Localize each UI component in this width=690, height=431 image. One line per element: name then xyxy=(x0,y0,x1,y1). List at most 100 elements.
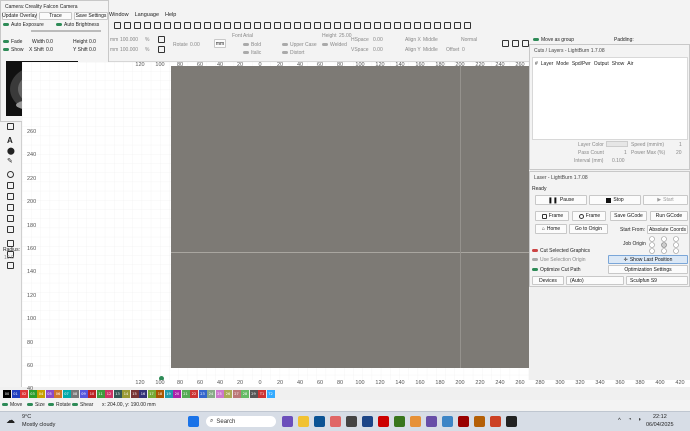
app-icon-9[interactable] xyxy=(410,416,421,427)
palette-swatch-14[interactable]: 14 xyxy=(122,390,130,398)
circular-array-icon[interactable] xyxy=(413,22,421,29)
layer-color-swatch[interactable] xyxy=(606,141,628,147)
palette-swatch-23[interactable]: 23 xyxy=(198,390,207,398)
frame-circle-button[interactable]: Frame xyxy=(572,211,606,221)
align-x-value[interactable]: Middle xyxy=(423,37,438,43)
show-last-position-button[interactable]: ✛ Show Last Position xyxy=(608,255,688,264)
palette-swatch-T1[interactable]: T1 xyxy=(258,390,266,398)
power-max-value[interactable]: 20 xyxy=(676,150,682,156)
camera-icon[interactable] xyxy=(253,22,261,29)
rotate-value[interactable]: 0.00 xyxy=(190,42,200,48)
move-icon[interactable] xyxy=(193,22,201,29)
home-button[interactable]: ⌂ Home xyxy=(535,224,567,234)
copy-icon[interactable] xyxy=(173,22,181,29)
palette-swatch-13[interactable]: 13 xyxy=(113,390,122,398)
node-edit-icon[interactable] xyxy=(463,22,471,29)
palette-swatch-22[interactable]: 22 xyxy=(190,390,198,398)
pass-count-value[interactable]: 1 xyxy=(624,150,627,156)
work-area[interactable] xyxy=(171,66,529,368)
lock-ratio-icon[interactable] xyxy=(157,36,165,43)
menu-help[interactable]: Help xyxy=(165,12,176,18)
distribute-v-icon[interactable] xyxy=(343,22,351,29)
trace-icon[interactable] xyxy=(263,22,271,29)
new-file-icon[interactable] xyxy=(113,22,121,29)
welded-check[interactable]: Welded xyxy=(322,42,347,48)
align-bottom-icon[interactable] xyxy=(323,22,331,29)
align-center-icon[interactable] xyxy=(283,22,291,29)
app-icon-10[interactable] xyxy=(426,416,437,427)
cut-icon[interactable] xyxy=(163,22,171,29)
palette-swatch-15[interactable]: 15 xyxy=(130,390,139,398)
height-value[interactable]: 0.0 xyxy=(89,39,96,45)
start-button[interactable]: ▶ Start xyxy=(643,195,688,205)
palette-swatch-03[interactable]: 03 xyxy=(28,390,37,398)
flip-icon[interactable] xyxy=(393,22,401,29)
array-icon[interactable] xyxy=(403,22,411,29)
text-settings-icon[interactable] xyxy=(501,40,509,47)
height-percent[interactable]: 100.000 xyxy=(120,47,138,53)
palette-swatch-21[interactable]: 21 xyxy=(181,390,190,398)
fade-toggle[interactable]: Fade xyxy=(3,39,22,45)
xshift-value[interactable]: 0.0 xyxy=(46,47,53,53)
export-icon[interactable] xyxy=(153,22,161,29)
palette-swatch-17[interactable]: 17 xyxy=(147,390,156,398)
tab-tool-icon[interactable] xyxy=(7,215,14,222)
palette-swatch-07[interactable]: 07 xyxy=(62,390,71,398)
camera-select[interactable]: Creality Falcon Camera xyxy=(25,4,78,10)
text-variable-icon[interactable] xyxy=(521,40,529,47)
measure-tool-icon[interactable] xyxy=(7,226,14,233)
palette-swatch-10[interactable]: 10 xyxy=(88,390,96,398)
menu-window[interactable]: Window xyxy=(109,12,129,18)
app-icon-7[interactable] xyxy=(378,416,389,427)
palette-swatch-08[interactable]: 08 xyxy=(71,390,79,398)
width-value[interactable]: 0.0 xyxy=(46,39,53,45)
run-gcode-button[interactable]: Run GCode xyxy=(650,211,688,221)
hspace-value[interactable]: 0.00 xyxy=(373,37,383,43)
grid-array-icon[interactable] xyxy=(7,240,14,247)
position-laser-icon[interactable]: ⬤ xyxy=(7,147,19,155)
cut-selected-toggle[interactable]: Cut Selected Graphics xyxy=(532,248,590,254)
distribute-h-icon[interactable] xyxy=(333,22,341,29)
app-icon-14[interactable] xyxy=(490,416,501,427)
palette-swatch-06[interactable]: 06 xyxy=(54,390,62,398)
save-gcode-button[interactable]: Save GCode xyxy=(610,211,647,221)
interval-value[interactable]: 0.100 xyxy=(612,158,625,164)
center-point-icon[interactable] xyxy=(157,46,165,53)
bold-check[interactable]: Bold xyxy=(243,42,261,48)
app-icon-2[interactable] xyxy=(298,416,309,427)
rotate-icon[interactable] xyxy=(383,22,391,29)
palette-swatch-T2[interactable]: T2 xyxy=(266,390,275,398)
text-height-value[interactable]: 25.00 xyxy=(339,33,352,39)
zoom-frame-icon[interactable] xyxy=(223,22,231,29)
rotate-toggle[interactable]: Rotate xyxy=(48,402,71,408)
group-icon[interactable] xyxy=(353,22,361,29)
font-value[interactable]: Arial xyxy=(243,33,253,39)
palette-swatch-02[interactable]: 02 xyxy=(20,390,28,398)
job-origin-radio-grid[interactable] xyxy=(648,235,682,255)
app-icon-11[interactable] xyxy=(442,416,453,427)
open-file-icon[interactable] xyxy=(123,22,131,29)
wifi-icon[interactable]: ◔ xyxy=(628,417,632,423)
mirror-icon[interactable] xyxy=(373,22,381,29)
offset-value[interactable]: 0 xyxy=(462,47,465,53)
go-to-origin-button[interactable]: Go to Origin xyxy=(569,224,608,234)
optimization-settings-button[interactable]: Optimization Settings xyxy=(608,265,688,274)
palette-swatch-01[interactable]: 01 xyxy=(11,390,20,398)
camera-slider-1[interactable] xyxy=(31,30,101,32)
app-icon-12[interactable] xyxy=(458,416,469,427)
paste-icon[interactable] xyxy=(183,22,191,29)
pan-icon[interactable] xyxy=(233,22,241,29)
show-toggle[interactable]: Show xyxy=(3,47,24,53)
taskbar-search[interactable]: ⌕ Search xyxy=(206,416,276,427)
palette-swatch-24[interactable]: 24 xyxy=(207,390,215,398)
palette-swatch-05[interactable]: 05 xyxy=(45,390,54,398)
close-path-icon[interactable] xyxy=(453,22,461,29)
app-icon-4[interactable] xyxy=(330,416,341,427)
line-tool-icon[interactable] xyxy=(7,193,14,200)
job-origin-grid[interactable] xyxy=(648,235,682,255)
size-toggle[interactable]: Size xyxy=(27,402,45,408)
weld-icon[interactable] xyxy=(433,22,441,29)
circle-tool-icon[interactable] xyxy=(7,171,14,178)
devices-button[interactable]: Devices xyxy=(532,276,564,285)
text-tool-icon[interactable]: A xyxy=(7,136,19,145)
